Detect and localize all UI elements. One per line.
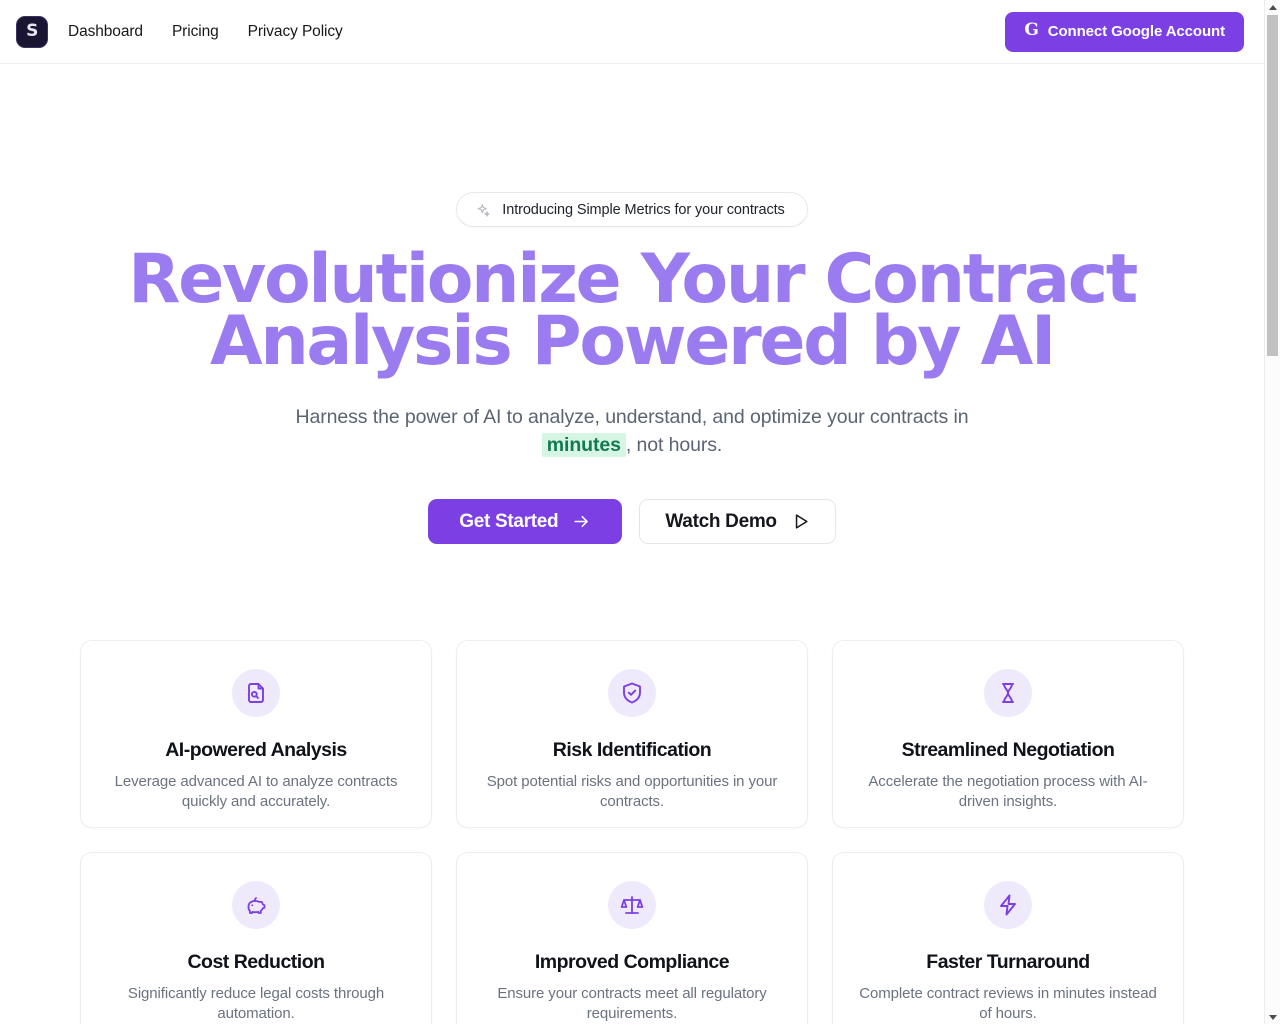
scroll-up-arrow[interactable] [1265, 0, 1280, 14]
announcement-badge-label: Introducing Simple Metrics for your cont… [502, 201, 785, 218]
play-triangle-icon [791, 512, 810, 531]
nav-item-privacy-policy[interactable]: Privacy Policy [248, 23, 343, 41]
feature-title: Faster Turnaround [926, 951, 1090, 973]
feature-description: Complete contract reviews in minutes ins… [859, 985, 1157, 1022]
logo-letter: S [26, 21, 38, 41]
nav-item-dashboard[interactable]: Dashboard [68, 23, 143, 41]
hero-subtitle-after: , not hours. [625, 434, 723, 456]
nav-item-pricing[interactable]: Pricing [172, 23, 219, 41]
feature-description: Accelerate the negotiation process with … [868, 773, 1148, 810]
vertical-scrollbar[interactable] [1264, 0, 1280, 1024]
shield-check-icon [608, 669, 656, 717]
site-header: S Dashboard Pricing Privacy Policy G Con… [0, 0, 1264, 64]
feature-title: Improved Compliance [534, 951, 730, 973]
sparkles-icon [475, 202, 491, 218]
connect-google-account-button[interactable]: G Connect Google Account [1005, 11, 1244, 52]
scales-icon [608, 881, 656, 929]
document-search-icon [232, 669, 280, 717]
hero-subtitle-highlight: minutes [541, 433, 626, 457]
hero-subtitle-before: Harness the power of AI to analyze, unde… [295, 406, 969, 428]
get-started-button[interactable]: Get Started [428, 499, 623, 544]
feature-card: Faster Turnaround Complete contract revi… [832, 852, 1184, 1024]
feature-title: AI-powered Analysis [165, 739, 347, 761]
feature-card: Risk Identification Spot potential risks… [456, 640, 808, 828]
scrollbar-thumb[interactable] [1267, 15, 1278, 356]
feature-title: Risk Identification [552, 739, 712, 761]
feature-card: Cost Reduction Significantly reduce lega… [80, 852, 432, 1024]
page-title: Revolutionize Your Contract Analysis Pow… [72, 246, 1192, 376]
hero-section: Introducing Simple Metrics for your cont… [0, 64, 1264, 544]
arrow-right-icon [572, 512, 591, 531]
get-started-label: Get Started [459, 510, 559, 532]
feature-description: Significantly reduce legal costs through… [127, 985, 385, 1022]
hero-cta-row: Get Started Watch Demo [0, 499, 1264, 544]
feature-title: Cost Reduction [187, 951, 325, 973]
google-g-icon: G [1024, 20, 1039, 40]
piggy-bank-icon [232, 881, 280, 929]
announcement-badge[interactable]: Introducing Simple Metrics for your cont… [456, 192, 808, 227]
hourglass-icon [984, 669, 1032, 717]
hero-title-line-2: Powered by AI [531, 302, 1057, 381]
connect-google-account-label: Connect Google Account [1047, 23, 1225, 40]
feature-description: Leverage advanced AI to analyze contract… [114, 773, 398, 810]
browser-viewport: S Dashboard Pricing Privacy Policy G Con… [0, 0, 1280, 1024]
hero-subtitle: Harness the power of AI to analyze, unde… [282, 403, 982, 459]
feature-card: AI-powered Analysis Leverage advanced AI… [80, 640, 432, 828]
watch-demo-button[interactable]: Watch Demo [639, 499, 836, 544]
feature-description: Spot potential risks and opportunities i… [486, 773, 778, 810]
feature-description: Ensure your contracts meet all regulator… [497, 985, 767, 1022]
scroll-down-arrow[interactable] [1265, 1010, 1280, 1024]
feature-card: Improved Compliance Ensure your contract… [456, 852, 808, 1024]
feature-card: Streamlined Negotiation Accelerate the n… [832, 640, 1184, 828]
watch-demo-label: Watch Demo [665, 510, 777, 532]
site-logo[interactable]: S [16, 15, 48, 48]
feature-title: Streamlined Negotiation [901, 739, 1115, 761]
lightning-bolt-icon [984, 881, 1032, 929]
page-content: S Dashboard Pricing Privacy Policy G Con… [0, 0, 1264, 1024]
main-nav: Dashboard Pricing Privacy Policy [68, 23, 343, 41]
features-grid: AI-powered Analysis Leverage advanced AI… [80, 640, 1184, 1024]
